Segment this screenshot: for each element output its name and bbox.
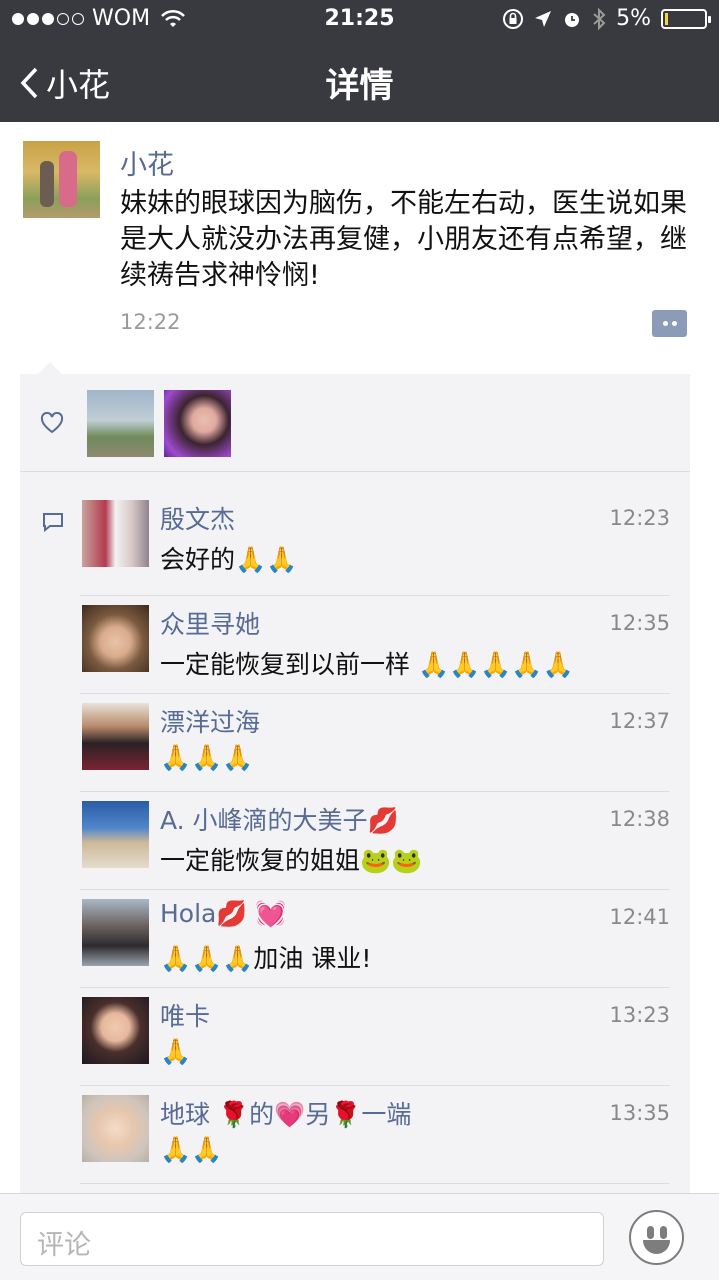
post-author-name[interactable]: 小花 — [120, 143, 174, 182]
comment-text: 🙏🙏🙏 — [160, 743, 254, 772]
top-bar: WOM 21:25 5% 小花 详情 — [0, 0, 719, 122]
comment-divider — [80, 889, 670, 890]
post-time: 12:22 — [120, 310, 181, 334]
smiley-icon — [647, 1226, 654, 1239]
comment-menu-button[interactable] — [652, 310, 687, 337]
commenter-name[interactable]: 地球 🌹的💗另🌹一端 — [160, 1095, 411, 1131]
comment-bubble-icon — [43, 513, 63, 532]
commenter-avatar[interactable] — [82, 899, 149, 966]
comment-item[interactable]: 漂洋过海 12:37 🙏🙏🙏 — [80, 703, 670, 801]
commenter-avatar[interactable] — [82, 605, 149, 672]
commenter-name[interactable]: 唯卡 — [160, 997, 210, 1033]
commenter-name[interactable]: A. 小峰滴的大美子💋 — [160, 801, 399, 837]
status-bar: WOM 21:25 5% — [0, 0, 719, 40]
liker-avatar[interactable] — [164, 390, 231, 457]
comment-time: 12:38 — [609, 807, 670, 831]
commenter-name[interactable]: 众里寻她 — [160, 605, 260, 641]
alarm-icon — [565, 12, 580, 27]
comment-item[interactable]: 众里寻她 12:35 一定能恢复到以前一样 🙏🙏🙏🙏🙏 — [80, 605, 670, 703]
commenter-name[interactable]: Hola💋 💓 — [160, 899, 287, 929]
rotation-lock-icon — [503, 8, 524, 29]
post-author-avatar[interactable] — [23, 141, 100, 218]
comment-divider — [80, 693, 670, 694]
comment-item[interactable]: Hola💋 💓 12:41 🙏🙏🙏加油 课业! — [80, 899, 670, 997]
comment-time: 12:35 — [609, 611, 670, 635]
commenter-avatar[interactable] — [82, 500, 149, 567]
comment-item[interactable]: A. 小峰滴的大美子💋 12:38 一定能恢复的姐姐🐸🐸 — [80, 801, 670, 899]
comment-time: 12:41 — [609, 905, 670, 929]
comment-item[interactable]: 唯卡 13:23 🙏 — [80, 997, 670, 1095]
comment-divider — [80, 987, 670, 988]
commenter-name[interactable]: 漂洋过海 — [160, 703, 260, 739]
bluetooth-icon — [593, 7, 606, 30]
comment-time: 12:23 — [609, 506, 670, 530]
comment-text: 会好的🙏🙏 — [160, 545, 298, 574]
commenter-avatar[interactable] — [82, 801, 149, 868]
commenter-avatar[interactable] — [82, 703, 149, 770]
comment-input[interactable]: 评论 — [20, 1212, 604, 1266]
comment-time: 13:23 — [609, 1003, 670, 1027]
battery-percent: 5% — [616, 6, 651, 31]
comment-divider — [80, 791, 670, 792]
comment-item[interactable]: 地球 🌹的💗另🌹一端 13:35 🙏🙏 — [80, 1095, 670, 1193]
comment-time: 12:37 — [609, 709, 670, 733]
status-right: 5% — [502, 6, 711, 31]
comment-time: 13:35 — [609, 1101, 670, 1125]
comment-text: 🙏🙏🙏加油 课业! — [160, 944, 372, 973]
panel-pointer — [38, 362, 62, 374]
comment-text: 🙏🙏 — [160, 1135, 223, 1164]
comment-input-bar: 评论 — [0, 1193, 719, 1280]
comment-divider — [80, 1183, 670, 1184]
comment-text: 🙏 — [160, 1037, 192, 1066]
comment-divider — [80, 595, 670, 596]
comment-divider — [80, 1085, 670, 1086]
heart-icon — [40, 412, 64, 434]
battery-icon — [661, 8, 711, 29]
commenter-name[interactable]: 殷文杰 — [160, 500, 235, 536]
page-title: 详情 — [325, 66, 394, 106]
emoji-button[interactable] — [629, 1210, 684, 1265]
comment-item[interactable]: 殷文杰 12:23 会好的🙏🙏 — [80, 500, 670, 599]
liker-avatar[interactable] — [87, 390, 154, 457]
commenter-avatar[interactable] — [82, 1095, 149, 1162]
commenter-avatar[interactable] — [82, 997, 149, 1064]
likes-comments-panel: 殷文杰 12:23 会好的🙏🙏 众里寻她 12:35 一定能恢复到以前一样 🙏🙏… — [20, 374, 690, 1194]
comment-text: 一定能恢复到以前一样 🙏🙏🙏🙏🙏 — [160, 650, 574, 679]
likes-section — [20, 374, 690, 472]
comment-text: 一定能恢复的姐姐🐸🐸 — [160, 846, 423, 875]
post-text: 妹妹的眼球因为脑伤，不能左右动，医生说如果是大人就没办法再复健，小朋友还有点希望… — [120, 188, 687, 291]
location-icon — [535, 10, 552, 27]
